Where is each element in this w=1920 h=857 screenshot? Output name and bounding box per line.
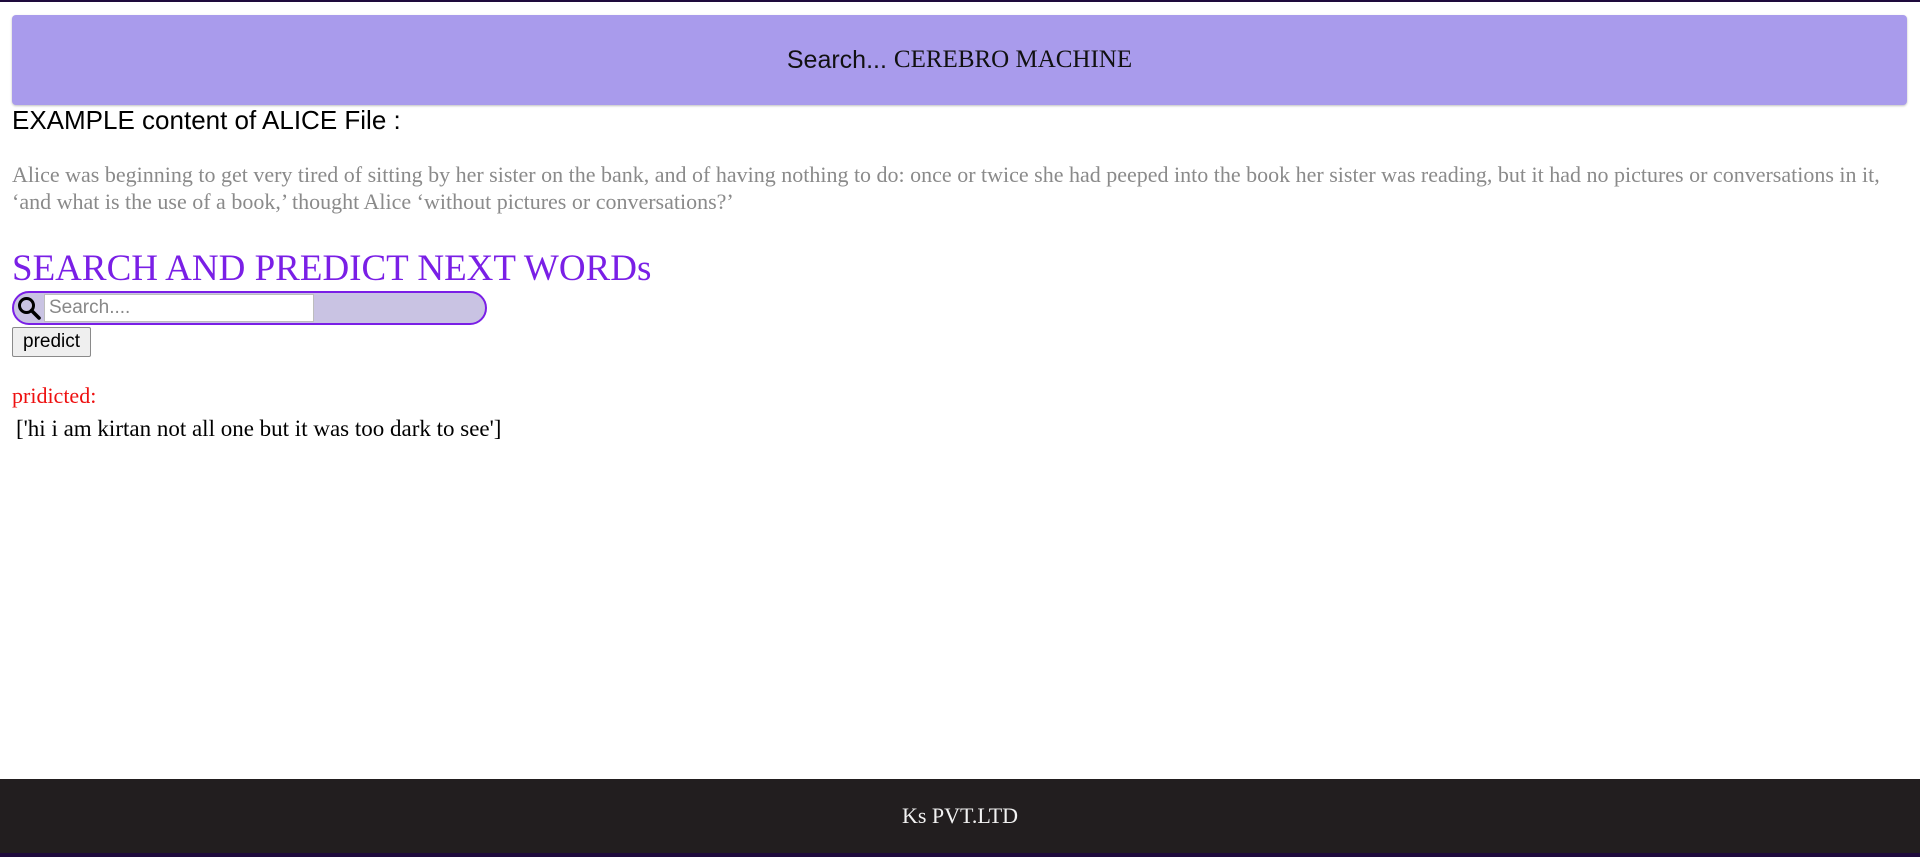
section-title: SEARCH AND PREDICT NEXT WORDs (12, 248, 652, 289)
example-title: EXAMPLE content of ALICE File : (12, 105, 401, 135)
site-header: Search... CEREBRO MACHINE (12, 15, 1907, 105)
footer-text: Ks PVT.LTD (901, 803, 1019, 828)
predicted-value: ['hi i am kirtan not all one but it was … (16, 416, 502, 441)
search-icon[interactable] (14, 293, 44, 323)
predicted-label: pridicted: (12, 383, 97, 408)
example-text: Alice was beginning to get very tired of… (12, 162, 1880, 214)
header-search-text: Search... (786, 45, 887, 74)
site-footer: Ks PVT.LTD (0, 779, 1920, 853)
search-bar (12, 291, 487, 325)
predict-button[interactable]: predict (12, 327, 92, 357)
bottom-divider (0, 853, 1920, 857)
brand-title: CEREBRO MACHINE (893, 46, 1133, 73)
search-input[interactable] (44, 294, 314, 322)
